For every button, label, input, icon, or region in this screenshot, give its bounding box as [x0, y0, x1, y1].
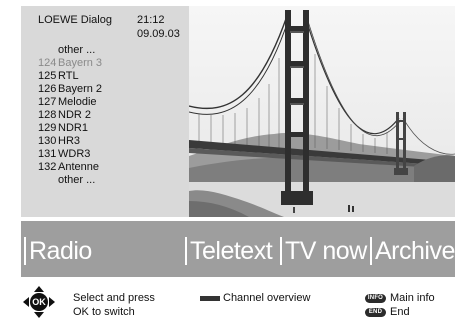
channel-list-item[interactable]: 127 Melodie	[38, 96, 102, 109]
channel-overview-hint: Channel overview	[223, 292, 311, 304]
menu-archive-label: Archive	[375, 237, 455, 265]
end-hint: End	[390, 306, 410, 318]
channel-list-item[interactable]: 130 HR3	[38, 135, 102, 148]
channel-name: Bayern 3	[58, 57, 103, 69]
menu-item-tv-now[interactable]: TV now	[280, 234, 367, 268]
menu-teletext-label: Teletext	[190, 237, 273, 265]
info-key-badge: INFO	[365, 294, 386, 303]
channel-list-item[interactable]: 128 NDR 2	[38, 109, 102, 122]
channel-name: NDR1	[58, 122, 88, 134]
channel-list-item[interactable]: other ...	[38, 44, 102, 57]
select-hint-line2: OK to switch	[73, 306, 135, 318]
channel-name: WDR3	[58, 148, 91, 160]
channel-number: 129	[38, 122, 57, 134]
channel-number: 130	[38, 135, 57, 147]
channel-number: 132	[38, 161, 57, 173]
channel-name: Melodie	[58, 96, 97, 108]
channel-number: 125	[38, 70, 57, 82]
main-menu-bar: Radio Teletext TV now Archive	[21, 221, 455, 277]
main-info-hint: Main info	[390, 292, 435, 304]
channel-number: 127	[38, 96, 57, 108]
menu-item-teletext[interactable]: Teletext	[185, 234, 273, 268]
ok-navigation-control[interactable]: OK	[22, 285, 56, 319]
channel-list-panel: LOEWE Dialog 21:12 09.09.03 other ... 12…	[21, 6, 189, 217]
select-hint-line1: Select and press	[73, 292, 155, 304]
channel-name: Bayern 2	[58, 83, 103, 95]
menu-tv-now-label: TV now	[285, 237, 367, 265]
channel-name: Antenne	[58, 161, 99, 173]
menu-item-radio[interactable]: Radio	[24, 234, 92, 268]
end-key-badge: END	[365, 308, 386, 317]
channel-number: 128	[38, 109, 57, 121]
channel-name: NDR 2	[58, 109, 92, 121]
clock-time: 21:12	[137, 14, 165, 26]
channel-number: 131	[38, 148, 57, 160]
menu-item-archive[interactable]: Archive	[370, 234, 455, 268]
menu-radio-label: Radio	[29, 237, 92, 265]
channel-list-item[interactable]: other ...	[38, 174, 102, 187]
footer-hints: OK Select and press OK to switch Channel…	[21, 279, 455, 327]
channel-number: 124	[38, 57, 57, 69]
channel-overview-bar-icon	[200, 296, 220, 301]
channel-list-item[interactable]: 126 Bayern 2	[38, 83, 102, 96]
brand-title: LOEWE Dialog	[38, 14, 112, 26]
channel-list-item[interactable]: 125 RTL	[38, 70, 102, 83]
channel-number: 126	[38, 83, 57, 95]
ok-button-label: OK	[32, 297, 46, 307]
bridge-photo	[189, 6, 455, 217]
clock-date: 09.09.03	[137, 28, 180, 40]
channel-list-item[interactable]: 132 Antenne	[38, 161, 102, 174]
channel-list-item[interactable]: 129 NDR1	[38, 122, 102, 135]
background-picture	[189, 6, 455, 217]
channel-name: HR3	[58, 135, 81, 147]
channel-name: other ...	[58, 174, 96, 186]
channel-name: RTL	[58, 70, 79, 82]
channel-name: other ...	[58, 44, 96, 56]
tv-screen: LOEWE Dialog 21:12 09.09.03 other ... 12…	[0, 0, 455, 327]
channel-list: other ... 124 Bayern 3 125 RTL 126 Bayern 2…	[38, 44, 102, 187]
channel-list-item-current[interactable]: 124 Bayern 3	[38, 57, 102, 70]
channel-list-item[interactable]: 131 WDR3	[38, 148, 102, 161]
